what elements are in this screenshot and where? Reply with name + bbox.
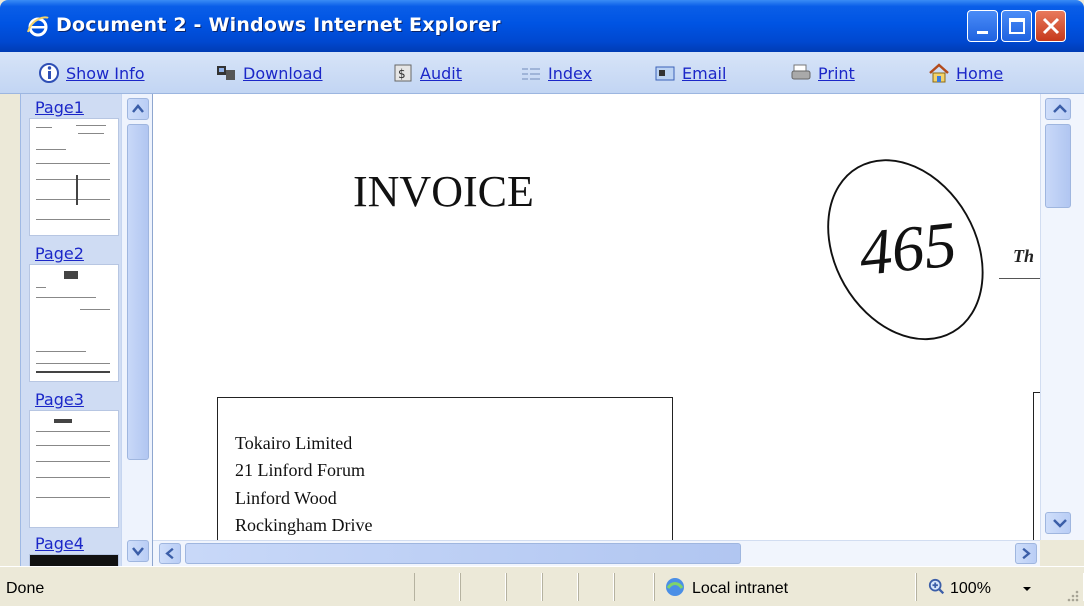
index-label: Index xyxy=(548,63,593,83)
document-scroll-down-button[interactable] xyxy=(1045,512,1071,534)
status-segment xyxy=(614,573,654,601)
audit-link[interactable]: $ Audit xyxy=(392,61,462,85)
address-line: Rockingham Drive xyxy=(235,515,373,535)
page3-thumbnail[interactable] xyxy=(29,410,119,528)
status-bar: Done Local intranet 100% xyxy=(0,566,1084,606)
thumbnail-scroll-thumb[interactable] xyxy=(127,124,149,460)
maximize-button[interactable] xyxy=(1001,10,1032,42)
document-scroll-right-button[interactable] xyxy=(1015,543,1037,564)
handwritten-stamp: 465 xyxy=(827,159,984,341)
page4-link[interactable]: Page4 xyxy=(35,534,84,553)
page1-link[interactable]: Page1 xyxy=(35,98,84,117)
address-line: 21 Linford Forum xyxy=(235,460,365,480)
maximize-icon xyxy=(1009,18,1025,34)
chevron-up-icon xyxy=(1053,104,1067,113)
minimize-button[interactable] xyxy=(967,10,998,42)
zoom-level[interactable]: 100% xyxy=(950,580,991,598)
status-segment xyxy=(414,573,460,601)
index-icon xyxy=(522,68,540,80)
chevron-right-icon xyxy=(1022,547,1031,560)
window-title: Document 2 - Windows Internet Explorer xyxy=(56,14,501,36)
thumbnail-scroll-down-button[interactable] xyxy=(127,540,149,562)
chevron-down-icon xyxy=(1053,519,1067,528)
document-scroll-left-button[interactable] xyxy=(159,543,181,564)
page2-link[interactable]: Page2 xyxy=(35,244,84,263)
thumbnail-scroll-up-button[interactable] xyxy=(127,98,149,120)
show-info-label: Show Info xyxy=(66,63,145,83)
index-link[interactable]: Index xyxy=(520,61,592,85)
document-viewer: INVOICE 465 Th Tokairo Limited 21 Linfor… xyxy=(152,94,1084,566)
document-scroll-thumb[interactable] xyxy=(1045,124,1071,208)
link-toolbar: Show Info Download $ Audit Index Email P… xyxy=(0,52,1084,94)
download-label: Download xyxy=(243,63,323,83)
status-segment xyxy=(506,573,542,601)
zoom-icon xyxy=(928,578,945,595)
partial-heading-text: Th xyxy=(1013,246,1035,266)
home-link[interactable]: Home xyxy=(928,61,1003,85)
invoice-heading: INVOICE xyxy=(353,167,534,216)
close-icon xyxy=(1042,17,1060,35)
document-page: INVOICE 465 Th Tokairo Limited 21 Linfor… xyxy=(153,94,1041,540)
print-link[interactable]: Print xyxy=(790,61,855,85)
svg-text:$: $ xyxy=(398,67,406,81)
info-icon xyxy=(39,63,59,83)
status-segment xyxy=(578,573,614,601)
stamp-text: 465 xyxy=(856,207,960,289)
document-scroll-up-button[interactable] xyxy=(1045,98,1071,120)
page1-thumbnail[interactable] xyxy=(29,118,119,236)
document-vertical-scrollbar[interactable] xyxy=(1040,94,1084,540)
status-text: Done xyxy=(6,580,45,597)
window-title-bar[interactable]: Document 2 - Windows Internet Explorer xyxy=(0,0,1084,52)
rule-line xyxy=(999,278,1041,279)
address-line: Tokairo Limited xyxy=(235,433,353,453)
page3-link[interactable]: Page3 xyxy=(35,390,84,409)
internet-explorer-icon xyxy=(27,16,49,37)
thumbnail-list: Page1 Page2 Page3 Page4 xyxy=(21,94,121,568)
document-hscroll-thumb[interactable] xyxy=(185,543,741,564)
home-icon xyxy=(929,63,949,83)
minimize-icon xyxy=(977,31,988,34)
resize-grip-icon[interactable] xyxy=(1064,587,1080,603)
status-segment xyxy=(460,573,506,601)
print-label: Print xyxy=(818,63,855,83)
chevron-up-icon xyxy=(132,104,144,113)
chevron-left-icon xyxy=(165,547,174,560)
thumbnail-pane: Page1 Page2 Page3 Page4 xyxy=(20,94,153,568)
audit-label: Audit xyxy=(420,63,462,83)
security-zone-label: Local intranet xyxy=(692,580,789,597)
email-icon xyxy=(655,66,675,81)
thumbnail-scrollbar[interactable] xyxy=(121,94,153,566)
document-horizontal-scrollbar[interactable] xyxy=(153,540,1041,566)
local-intranet-icon xyxy=(666,578,684,596)
zoom-dropdown-icon[interactable] xyxy=(1022,584,1032,594)
chevron-down-icon xyxy=(132,547,144,556)
scrollbar-corner xyxy=(1040,540,1084,566)
close-button[interactable] xyxy=(1035,10,1066,42)
audit-icon: $ xyxy=(394,64,412,82)
status-segment xyxy=(542,573,578,601)
email-link[interactable]: Email xyxy=(654,61,726,85)
download-icon xyxy=(217,66,235,80)
print-icon xyxy=(791,64,811,80)
home-label: Home xyxy=(956,63,1004,83)
page2-thumbnail[interactable] xyxy=(29,264,119,382)
email-label: Email xyxy=(682,63,727,83)
address-line: Linford Wood xyxy=(235,488,337,508)
download-link[interactable]: Download xyxy=(215,61,323,85)
show-info-link[interactable]: Show Info xyxy=(38,61,145,85)
